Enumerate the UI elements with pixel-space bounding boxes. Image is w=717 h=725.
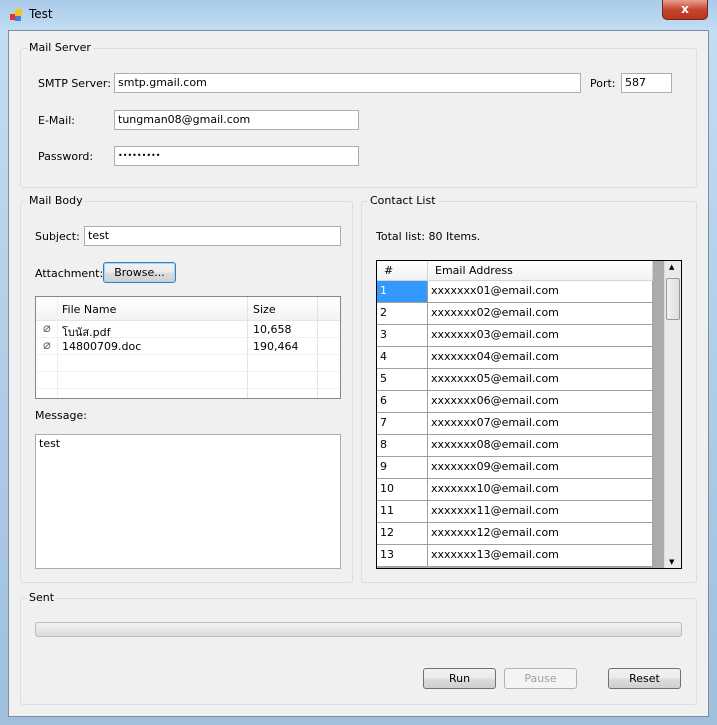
contact-row-number[interactable]: 13 bbox=[377, 545, 428, 567]
contact-row-number[interactable]: 8 bbox=[377, 435, 428, 457]
message-label: Message: bbox=[35, 409, 87, 422]
contact-row-email[interactable]: xxxxxxx02@email.com bbox=[428, 303, 653, 325]
contact-row-number[interactable]: 9 bbox=[377, 457, 428, 479]
attachment-label: Attachment: bbox=[35, 267, 104, 280]
contact-row-number[interactable]: 3 bbox=[377, 325, 428, 347]
contact-row-email[interactable]: xxxxxxx09@email.com bbox=[428, 457, 653, 479]
attachment-row[interactable]: ⌀ โบนัส.pdf 10,658 bbox=[36, 321, 340, 339]
smtp-server-input[interactable]: smtp.gmail.com bbox=[114, 73, 581, 93]
port-input[interactable]: 587 bbox=[621, 73, 672, 93]
subject-input[interactable]: test bbox=[84, 226, 341, 246]
contact-row-number[interactable]: 5 bbox=[377, 369, 428, 391]
title-bar[interactable]: Test x bbox=[0, 0, 717, 30]
contact-row-number[interactable]: 6 bbox=[377, 391, 428, 413]
scrollbar-thumb[interactable] bbox=[666, 278, 680, 320]
pause-button[interactable]: Pause bbox=[504, 668, 577, 689]
browse-button[interactable]: Browse... bbox=[103, 262, 176, 283]
attachment-row[interactable]: ⌀ 14800709.doc 190,464 bbox=[36, 338, 340, 355]
column-header-email[interactable]: Email Address bbox=[428, 261, 653, 281]
scroll-down-icon[interactable]: ▼ bbox=[669, 558, 674, 566]
email-label: E-Mail: bbox=[38, 114, 75, 127]
column-header-number[interactable]: # bbox=[377, 261, 428, 281]
run-button[interactable]: Run bbox=[423, 668, 496, 689]
paperclip-icon: ⌀ bbox=[43, 338, 51, 353]
contact-row-number[interactable]: 2 bbox=[377, 303, 428, 325]
paperclip-icon: ⌀ bbox=[43, 321, 51, 336]
app-icon bbox=[10, 9, 22, 21]
attachment-list-header: File Name Size bbox=[36, 297, 340, 321]
contact-grid[interactable]: # Email Address 1 xxxxxxx01@email.com 2 xxx… bbox=[376, 260, 682, 569]
contact-row-number[interactable]: 1 bbox=[377, 281, 428, 303]
contact-row-email[interactable]: xxxxxxx10@email.com bbox=[428, 479, 653, 501]
contact-row-email[interactable]: xxxxxxx07@email.com bbox=[428, 413, 653, 435]
contact-row-email[interactable]: xxxxxxx06@email.com bbox=[428, 391, 653, 413]
contact-row-email[interactable]: xxxxxxx13@email.com bbox=[428, 545, 653, 567]
contact-row-email[interactable]: xxxxxxx11@email.com bbox=[428, 501, 653, 523]
close-button[interactable]: x bbox=[662, 0, 708, 20]
send-progress-bar bbox=[35, 622, 682, 637]
message-textarea[interactable]: test bbox=[35, 434, 341, 569]
contact-list-legend: Contact List bbox=[368, 194, 438, 207]
email-input[interactable]: tungman08@gmail.com bbox=[114, 110, 359, 130]
file-size: 190,464 bbox=[253, 340, 299, 353]
file-size: 10,658 bbox=[253, 323, 292, 336]
contact-row-number[interactable]: 4 bbox=[377, 347, 428, 369]
column-header-file-name[interactable]: File Name bbox=[62, 303, 116, 316]
window-title: Test bbox=[29, 7, 53, 21]
password-label: Password: bbox=[38, 150, 94, 163]
reset-button[interactable]: Reset bbox=[608, 668, 681, 689]
contact-row-number[interactable]: 12 bbox=[377, 523, 428, 545]
contact-row-number[interactable]: 7 bbox=[377, 413, 428, 435]
contact-row-email[interactable]: xxxxxxx05@email.com bbox=[428, 369, 653, 391]
total-list-label: Total list: 80 Items. bbox=[376, 230, 481, 243]
contact-row-email[interactable]: xxxxxxx08@email.com bbox=[428, 435, 653, 457]
contact-row-email[interactable]: xxxxxxx12@email.com bbox=[428, 523, 653, 545]
scroll-up-icon[interactable]: ▲ bbox=[669, 263, 674, 271]
contact-row-email[interactable]: xxxxxxx01@email.com bbox=[428, 281, 653, 303]
smtp-label: SMTP Server: bbox=[38, 77, 111, 90]
column-header-size[interactable]: Size bbox=[253, 303, 276, 316]
vertical-scrollbar[interactable]: ▲ ▼ bbox=[664, 261, 681, 568]
password-input[interactable]: ••••••••• bbox=[114, 146, 359, 166]
mail-server-legend: Mail Server bbox=[27, 41, 93, 54]
attachment-list[interactable]: File Name Size ⌀ โบนัส.pdf 10,658 ⌀ 1480… bbox=[35, 296, 341, 399]
sent-group: Sent bbox=[20, 591, 697, 705]
mail-body-legend: Mail Body bbox=[27, 194, 85, 207]
contact-row-number[interactable]: 10 bbox=[377, 479, 428, 501]
contact-row-email[interactable]: xxxxxxx04@email.com bbox=[428, 347, 653, 369]
subject-label: Subject: bbox=[35, 230, 80, 243]
file-name: 14800709.doc bbox=[62, 340, 142, 353]
close-icon: x bbox=[681, 2, 689, 16]
port-label: Port: bbox=[590, 77, 616, 90]
contact-row-number[interactable]: 11 bbox=[377, 501, 428, 523]
sent-legend: Sent bbox=[27, 591, 57, 604]
contact-row-email[interactable]: xxxxxxx03@email.com bbox=[428, 325, 653, 347]
